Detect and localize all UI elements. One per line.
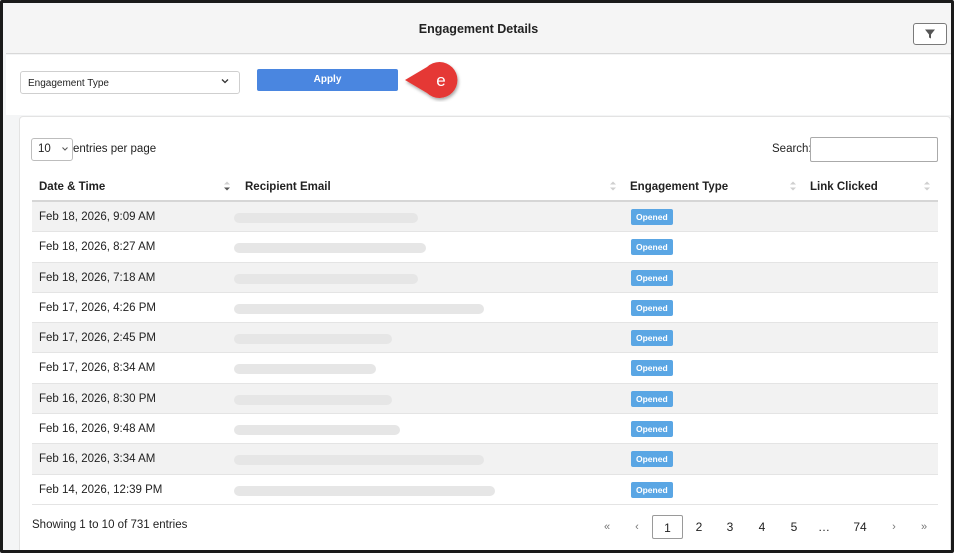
engagement-type-badge: Opened: [631, 330, 673, 347]
date-cell: Feb 18, 2026, 8:27 AM: [39, 241, 156, 254]
column-header-engagement-type[interactable]: Engagement Type: [630, 181, 728, 193]
window-frame: Engagement Details Engagement Type Apply…: [0, 0, 954, 553]
chevron-down-icon: [221, 79, 229, 84]
table-row: Feb 17, 2026, 8:34 AM Opened: [32, 353, 938, 384]
engagement-type-badge: Opened: [631, 390, 673, 407]
redacted-email: [234, 303, 484, 314]
filter-toggle-button[interactable]: [913, 23, 947, 45]
engagement-table-panel: 10 entries per page Search: Date & Time …: [19, 116, 951, 550]
table-row: Feb 17, 2026, 4:26 PM Opened: [32, 293, 938, 324]
engagement-type-badge: Opened: [631, 269, 673, 286]
engagement-type-select-value: Engagement Type: [28, 78, 109, 89]
entries-per-page-value: 10: [38, 143, 51, 155]
engagement-type-badge: Opened: [631, 239, 673, 256]
search-label: Search:: [772, 143, 812, 155]
search-input[interactable]: [810, 137, 938, 162]
header-bar: Engagement Details: [6, 6, 951, 54]
date-cell: Feb 17, 2026, 4:26 PM: [39, 301, 156, 314]
engagement-type-badge: Opened: [631, 451, 673, 468]
sort-desc-icon[interactable]: [223, 181, 231, 195]
date-cell: Feb 17, 2026, 8:34 AM: [39, 362, 156, 375]
column-header-link-clicked[interactable]: Link Clicked: [810, 181, 878, 193]
page-button[interactable]: 3: [721, 515, 739, 539]
filter-toolbar: Engagement Type Apply: [6, 55, 951, 115]
column-header-recipient-email[interactable]: Recipient Email: [245, 181, 331, 193]
last-page-button[interactable]: »: [916, 515, 932, 539]
engagement-type-select[interactable]: Engagement Type: [20, 71, 240, 94]
engagement-type-badge: Opened: [631, 209, 673, 225]
callout-label: e: [436, 71, 445, 90]
first-page-button[interactable]: «: [599, 515, 615, 539]
pagination-ellipsis: …: [818, 520, 830, 534]
redacted-email: [234, 334, 392, 345]
table-row: Feb 16, 2026, 9:48 AM Opened: [32, 414, 938, 445]
pagination: « ‹ 1 2 3 4 5 … 74 › »: [20, 515, 950, 539]
engagement-type-badge: Opened: [631, 481, 673, 498]
redacted-email: [234, 243, 426, 254]
callout-marker: e: [405, 62, 458, 98]
date-cell: Feb 16, 2026, 3:34 AM: [39, 453, 156, 466]
sort-icon[interactable]: [609, 181, 617, 195]
table-row: Feb 18, 2026, 9:09 AM Opened: [32, 202, 938, 233]
date-cell: Feb 18, 2026, 7:18 AM: [39, 271, 156, 284]
date-cell: Feb 16, 2026, 9:48 AM: [39, 423, 156, 436]
date-cell: Feb 16, 2026, 8:30 PM: [39, 392, 156, 405]
table-row: Feb 17, 2026, 2:45 PM Opened: [32, 323, 938, 354]
apply-button[interactable]: Apply: [257, 69, 398, 91]
sort-icon[interactable]: [789, 181, 797, 195]
engagement-table: Date & Time Recipient Email Engagement T…: [32, 173, 938, 505]
redacted-email: [234, 485, 495, 496]
engagement-type-badge: Opened: [631, 299, 673, 316]
table-row: Feb 14, 2026, 12:39 PM Opened: [32, 475, 938, 505]
redacted-email: [234, 273, 418, 284]
redacted-email: [234, 455, 484, 466]
chevron-down-icon: [62, 147, 68, 151]
redacted-email: [234, 394, 392, 405]
funnel-icon: [925, 29, 935, 39]
date-cell: Feb 17, 2026, 2:45 PM: [39, 332, 156, 345]
page-button-current[interactable]: 1: [652, 515, 683, 539]
sort-icon[interactable]: [923, 181, 931, 195]
redacted-email: [234, 213, 418, 223]
entries-per-page-label: entries per page: [73, 143, 157, 155]
next-page-button[interactable]: ›: [886, 515, 902, 539]
table-row: Feb 18, 2026, 8:27 AM Opened: [32, 232, 938, 263]
table-row: Feb 16, 2026, 3:34 AM Opened: [32, 444, 938, 475]
page-button[interactable]: 5: [785, 515, 803, 539]
page-title: Engagement Details: [418, 22, 539, 36]
engagement-type-badge: Opened: [631, 421, 673, 438]
entries-per-page-select[interactable]: 10: [31, 138, 73, 161]
previous-page-button[interactable]: ‹: [629, 515, 645, 539]
redacted-email: [234, 425, 400, 436]
page-button[interactable]: 2: [690, 515, 708, 539]
page-button[interactable]: 74: [849, 515, 871, 539]
date-cell: Feb 18, 2026, 9:09 AM: [39, 211, 156, 223]
table-row: Feb 18, 2026, 7:18 AM Opened: [32, 262, 938, 293]
engagement-type-badge: Opened: [631, 360, 673, 377]
page-button[interactable]: 4: [753, 515, 771, 539]
table-header: Date & Time Recipient Email Engagement T…: [32, 173, 938, 202]
redacted-email: [234, 364, 376, 375]
date-cell: Feb 14, 2026, 12:39 PM: [39, 483, 163, 496]
table-row: Feb 16, 2026, 8:30 PM Opened: [32, 383, 938, 415]
column-header-date[interactable]: Date & Time: [39, 181, 105, 193]
